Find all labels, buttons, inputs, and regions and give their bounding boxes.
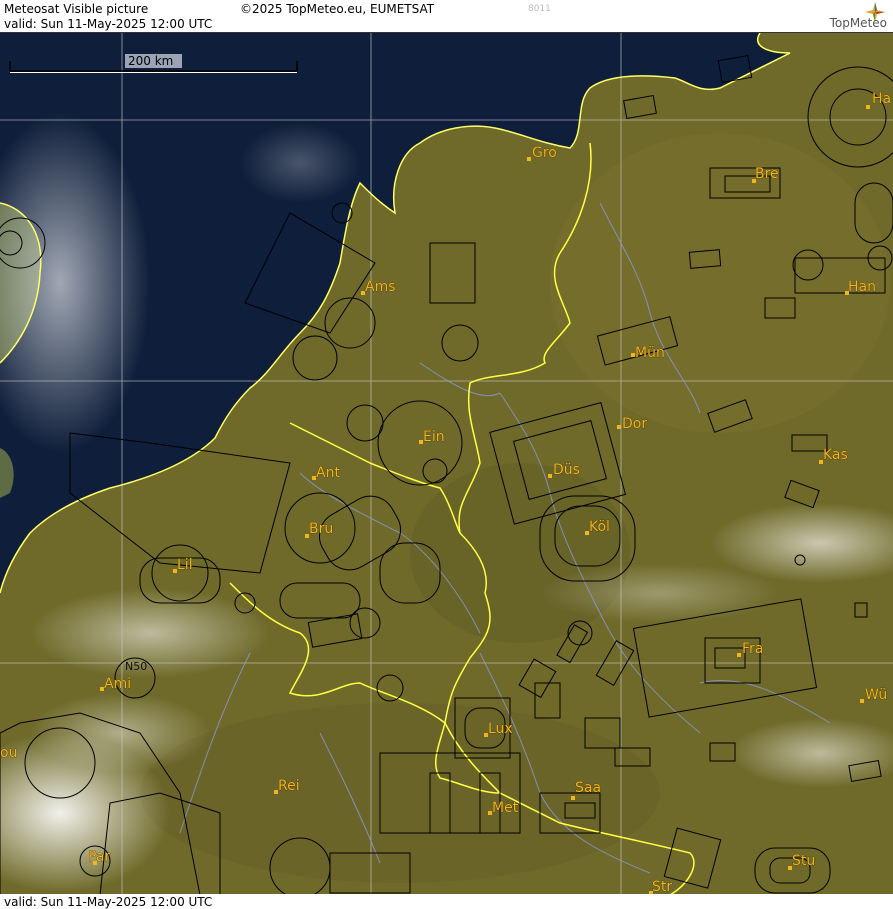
- city-label-wu: Wü: [865, 687, 887, 703]
- valid-time: valid: Sun 11-May-2025 12:00 UTC: [4, 17, 213, 31]
- city-label-gro: Gro: [532, 145, 557, 161]
- logo-text: TopMeteo: [829, 16, 887, 30]
- map-footer: valid: Sun 11-May-2025 12:00 UTC: [0, 894, 893, 909]
- cloud-east-3: [540, 563, 780, 623]
- city-label-lux: Lux: [488, 721, 513, 737]
- image-code: 8011: [528, 4, 551, 14]
- city-label-par: Par: [88, 849, 110, 865]
- city-label-ha: Ha: [872, 91, 891, 107]
- city-label-bre: Bre: [755, 166, 779, 182]
- city-label-ou: ou: [0, 745, 17, 761]
- city-label-kas: Kas: [823, 447, 848, 463]
- city-label-stu: Stu: [792, 853, 815, 869]
- city-label-han: Han: [848, 279, 876, 295]
- city-label-saa: Saa: [575, 780, 601, 796]
- satellite-map[interactable]: 200 km N50 Gro Ams Bre Han Ha Mün Ein Do…: [0, 32, 893, 896]
- cloud-north: [240, 123, 360, 203]
- city-label-bru: Bru: [309, 521, 333, 537]
- city-label-met: Met: [492, 800, 519, 816]
- city-label-rei: Rei: [278, 778, 300, 794]
- map-canvas: 200 km N50 Gro Ams Bre Han Ha Mün Ein Do…: [0, 33, 893, 895]
- city-label-mun: Mün: [635, 345, 665, 361]
- city-label-fra: Fra: [742, 641, 763, 657]
- footer-valid-time: valid: Sun 11-May-2025 12:00 UTC: [4, 895, 213, 909]
- city-label-dus: Düs: [553, 462, 580, 478]
- topmeteo-logo[interactable]: TopMeteo: [797, 2, 887, 30]
- city-label-ant: Ant: [316, 465, 340, 481]
- land-tone-east: [550, 133, 890, 433]
- city-label-ami: Ami: [104, 676, 131, 692]
- latitude-label: N50: [125, 660, 147, 673]
- city-label-dor: Dor: [622, 416, 647, 432]
- city-label-ams: Ams: [365, 279, 396, 295]
- city-label-kol: Köl: [589, 519, 610, 535]
- cloud-sw-3: [30, 693, 210, 773]
- city-label-str: Str: [652, 879, 672, 895]
- map-header: Meteosat Visible picture ©2025 TopMeteo.…: [0, 0, 893, 32]
- map-title: Meteosat Visible picture: [4, 2, 149, 16]
- copyright-text: ©2025 TopMeteo.eu, EUMETSAT: [240, 2, 435, 16]
- scale-label: 200 km: [128, 54, 173, 68]
- city-label-lil: Lil: [177, 557, 193, 573]
- city-label-ein: Ein: [423, 429, 445, 445]
